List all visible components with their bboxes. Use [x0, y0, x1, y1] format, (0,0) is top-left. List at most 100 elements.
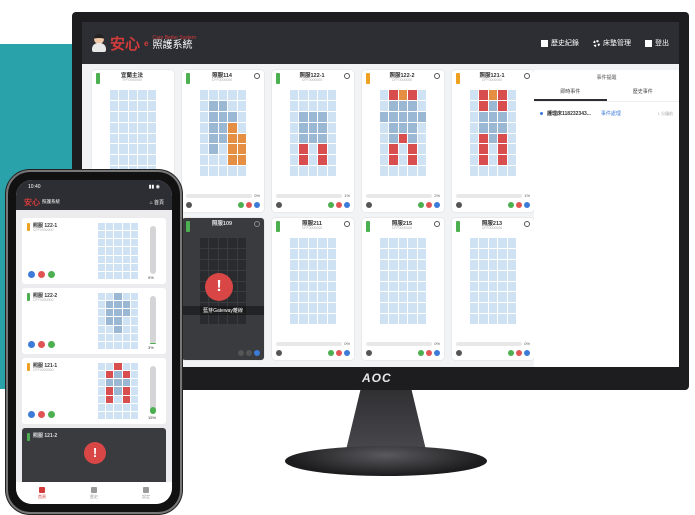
bed-card[interactable]: 照服114 CFF0000000 0% — [182, 70, 264, 212]
status-red-button[interactable] — [336, 202, 342, 208]
status-green-button[interactable] — [508, 202, 514, 208]
pressure-mat — [290, 90, 336, 176]
pressure-mat — [380, 90, 426, 176]
status-blue-button[interactable] — [524, 350, 530, 356]
battery-icon — [276, 221, 280, 232]
bed-card[interactable]: 照服213 CFF0000000 0% — [452, 218, 534, 360]
phone-home-label: 首頁 — [153, 199, 164, 206]
monitor-brand-logo: AOC — [362, 371, 392, 385]
status-red-button[interactable] — [38, 341, 45, 348]
bed-card[interactable]: 照服121-1 CFF0000000 1% — [452, 70, 534, 212]
pressure-mat — [98, 363, 138, 419]
search-icon[interactable] — [276, 202, 282, 208]
search-icon[interactable] — [366, 202, 372, 208]
status-red-button[interactable] — [516, 202, 522, 208]
phone-tab-history[interactable]: 歷史 — [68, 482, 120, 504]
phone-bed-serial: CFF0000000 — [33, 298, 54, 302]
status-blue-button[interactable] — [28, 341, 35, 348]
bed-serial: CFF0000000 — [391, 78, 413, 83]
status-blue-button[interactable] — [28, 411, 35, 418]
event-row[interactable]: 護理床118232343... 事件處理 1 分鐘前 — [534, 102, 679, 125]
status-red-button[interactable] — [426, 350, 432, 356]
status-green-button[interactable] — [328, 350, 334, 356]
status-red-button[interactable] — [38, 411, 45, 418]
nav-mattress-management[interactable]: 床墊管理 — [593, 38, 631, 48]
phone-bed-serial: CFF0000000 — [33, 368, 54, 372]
history-icon — [541, 39, 548, 47]
status-blue-button[interactable] — [28, 271, 35, 278]
nav-logout-label: 登出 — [655, 40, 669, 47]
tab-history-events[interactable]: 歷史事件 — [607, 86, 680, 101]
phone-level-bar — [150, 226, 156, 274]
status-red-button[interactable] — [336, 350, 342, 356]
monitor-stand-neck — [346, 390, 426, 450]
status-red-button[interactable] — [38, 271, 45, 278]
bed-card[interactable]: 照服122-1 CFF0000000 1% — [272, 70, 354, 212]
phone-screen: 10:40 ▮▮ ◉ 安心 照護系統 ⌂ 首頁 照服 122-1 CFF0000… — [16, 180, 172, 504]
status-grey-button[interactable] — [238, 350, 244, 356]
bed-card[interactable]: 照服211 CFF0000000 0% — [272, 218, 354, 360]
status-grey-button[interactable] — [246, 350, 252, 356]
battery-icon — [456, 73, 460, 84]
bed-settings-icon[interactable] — [254, 73, 260, 79]
bed-settings-icon[interactable] — [344, 221, 350, 227]
bed-card[interactable]: 照服122-2 CFF0000000 2% — [362, 70, 444, 212]
phone-bed-card[interactable]: 照服 121-1 CFF0000000 15% — [22, 358, 166, 424]
search-icon[interactable] — [276, 350, 282, 356]
pressure-mat — [470, 238, 516, 324]
status-green-button[interactable] — [48, 341, 55, 348]
pressure-mat — [470, 90, 516, 176]
signal-icon: ▮▮ ◉ — [148, 184, 160, 190]
phone-bed-card[interactable]: 照服 122-2 CFF0000000 3% — [22, 288, 166, 354]
search-icon[interactable] — [366, 350, 372, 356]
status-blue-button[interactable] — [254, 350, 260, 356]
history-icon — [91, 486, 97, 493]
pressure-mat — [98, 293, 138, 349]
status-blue-button[interactable] — [524, 202, 530, 208]
status-blue-button[interactable] — [344, 350, 350, 356]
tab-realtime-events[interactable]: 即時事件 — [534, 86, 607, 101]
status-blue-button[interactable] — [434, 350, 440, 356]
phone-clock: 10:40 — [28, 184, 41, 190]
status-blue-button[interactable] — [254, 202, 260, 208]
phone-tab-home[interactable]: 首頁 — [16, 482, 68, 504]
status-green-button[interactable] — [48, 411, 55, 418]
phone-tab-settings[interactable]: 設定 — [120, 482, 172, 504]
bed-settings-icon[interactable] — [254, 221, 260, 227]
status-blue-button[interactable] — [344, 202, 350, 208]
bed-settings-icon[interactable] — [434, 221, 440, 227]
battery-icon — [27, 293, 30, 301]
event-action-link[interactable]: 事件處理 — [601, 110, 621, 117]
status-blue-button[interactable] — [434, 202, 440, 208]
status-green-button[interactable] — [418, 202, 424, 208]
bed-settings-icon[interactable] — [433, 73, 440, 79]
app-logo[interactable]: 安心 e Care Better System 照護系統 — [92, 33, 196, 54]
phone-home-button[interactable]: ⌂ 首頁 — [150, 199, 164, 206]
bed-settings-icon[interactable] — [343, 73, 350, 79]
nurse-avatar-icon — [92, 34, 106, 52]
bed-settings-icon[interactable] — [523, 73, 530, 79]
status-green-button[interactable] — [238, 202, 244, 208]
bed-card-offline[interactable]: 照服109 ! 藍芽Gateway離線 — [182, 218, 264, 360]
offline-message: 藍芽Gateway離線 — [182, 306, 264, 315]
status-red-button[interactable] — [516, 350, 522, 356]
gear-icon — [143, 486, 149, 493]
nav-logout[interactable]: 登出 — [645, 38, 669, 48]
bed-settings-icon[interactable] — [524, 221, 530, 227]
phone-bed-card[interactable]: 照服 122-1 CFF0000000 0% — [22, 218, 166, 284]
bed-title: 照服109 — [211, 221, 233, 227]
phone-brand: 安心 — [24, 197, 40, 207]
status-green-button[interactable] — [328, 202, 334, 208]
status-red-button[interactable] — [426, 202, 432, 208]
nav-history[interactable]: 歷史紀錄 — [541, 38, 579, 48]
search-icon[interactable] — [456, 350, 462, 356]
search-icon[interactable] — [456, 202, 462, 208]
bed-serial: CFF0000000 — [481, 78, 503, 83]
status-red-button[interactable] — [246, 202, 252, 208]
search-icon[interactable] — [186, 202, 192, 208]
bed-card[interactable]: 照服215 CFF0000000 0% — [362, 218, 444, 360]
status-green-button[interactable] — [48, 271, 55, 278]
status-green-button[interactable] — [418, 350, 424, 356]
battery-icon — [27, 433, 30, 441]
status-green-button[interactable] — [508, 350, 514, 356]
